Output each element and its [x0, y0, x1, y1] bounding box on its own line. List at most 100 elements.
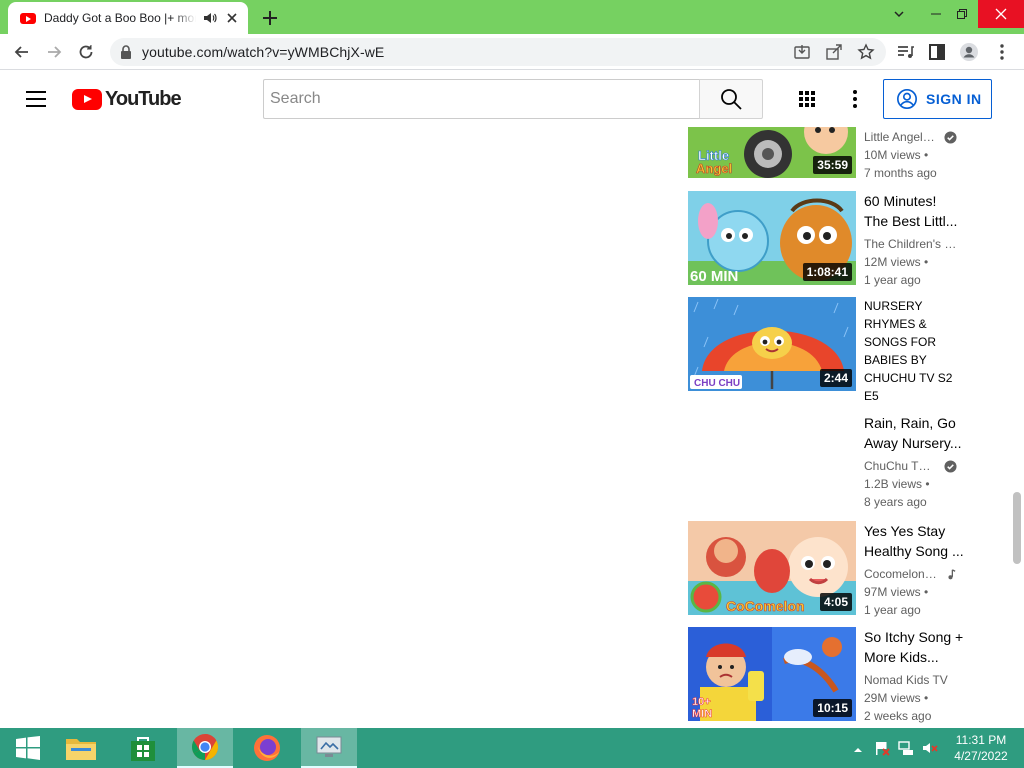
upload-age: 8 years ago: [864, 495, 927, 509]
address-bar[interactable]: youtube.com/watch?v=yWMBChjX-wE: [110, 38, 886, 66]
search-button[interactable]: [699, 79, 763, 119]
channel-name[interactable]: Nomad Kids TV: [864, 671, 964, 689]
search-input[interactable]: [264, 80, 700, 118]
close-window-button[interactable]: [978, 0, 1024, 28]
firefox-taskbar-button[interactable]: [239, 728, 295, 768]
monitor-app-icon: [316, 736, 342, 757]
lock-icon[interactable]: [120, 45, 132, 59]
back-arrow-icon[interactable]: [12, 42, 32, 62]
view-count: 97M views •: [864, 585, 929, 599]
close-tab-icon[interactable]: [224, 10, 240, 26]
list-item[interactable]: 60 MIN 1:08:41 60 Minutes! The Best Litt…: [688, 191, 988, 291]
video-info: Rain, Rain, Go Away Nursery... ChuChu TV…: [864, 413, 964, 511]
forward-arrow-icon[interactable]: [44, 42, 64, 62]
svg-text:60 MIN: 60 MIN: [690, 268, 738, 285]
music-note-icon: [948, 568, 956, 579]
sign-in-button[interactable]: SIGN IN: [883, 79, 992, 119]
browser-menu-icon[interactable]: [992, 42, 1012, 62]
video-title[interactable]: So Itchy Song + More Kids...: [864, 627, 964, 667]
list-item[interactable]: 10+ MIN 10:15 So Itchy Song + More Kids.…: [688, 627, 988, 727]
windows-logo-icon: [16, 736, 40, 760]
video-duration: 35:59: [813, 156, 852, 174]
url-text[interactable]: youtube.com/watch?v=yWMBChjX-wE: [142, 44, 384, 60]
hamburger-menu-icon[interactable]: [26, 91, 46, 107]
video-thumbnail[interactable]: CHU CHU 2:44: [688, 297, 856, 391]
upload-age: 7 months ago: [864, 166, 937, 180]
apps-grid-icon[interactable]: [795, 87, 819, 111]
video-title[interactable]: NURSERY RHYMES & SONGS FOR BABIES BY CHU…: [864, 297, 964, 405]
channel-name[interactable]: Cocomelon ...: [864, 565, 964, 583]
app-taskbar-button[interactable]: [301, 728, 357, 768]
video-duration: 10:15: [813, 699, 852, 717]
video-title[interactable]: Rain, Rain, Go Away Nursery...: [864, 413, 964, 453]
list-item[interactable]: CoComelon 4:05 Yes Yes Stay Healthy Song…: [688, 521, 988, 621]
clock-date: 4/27/2022: [954, 749, 1008, 763]
start-button[interactable]: [0, 728, 56, 768]
account-circle-icon: [897, 89, 917, 109]
video-thumbnail[interactable]: Little Angel 35:59: [688, 127, 856, 178]
reload-icon[interactable]: [76, 42, 96, 62]
youtube-favicon-icon: [20, 12, 36, 24]
channel-name[interactable]: The Children's Ki...: [864, 235, 964, 253]
youtube-play-icon: [72, 89, 102, 110]
view-count: 1.2B views •: [864, 477, 930, 491]
video-thumbnail[interactable]: CoComelon 4:05: [688, 521, 856, 615]
more-options-icon[interactable]: [843, 87, 867, 111]
new-tab-icon[interactable]: [258, 6, 282, 30]
video-title[interactable]: Yes Yes Stay Healthy Song ...: [864, 521, 964, 561]
video-thumbnail[interactable]: 60 MIN 1:08:41: [688, 191, 856, 285]
page-scrollbar[interactable]: [1010, 127, 1024, 728]
scrollbar-thumb[interactable]: [1013, 492, 1021, 564]
browser-toolbar: youtube.com/watch?v=yWMBChjX-wE: [0, 34, 1024, 70]
youtube-logo[interactable]: YouTube: [72, 88, 182, 111]
verified-badge-icon: [944, 130, 957, 144]
video-title[interactable]: 60 Minutes! The Best Littl...: [864, 191, 964, 231]
bookmark-star-icon[interactable]: [857, 43, 875, 61]
install-app-icon[interactable]: [793, 43, 811, 61]
store-taskbar-button[interactable]: [115, 728, 171, 768]
share-icon[interactable]: [825, 43, 843, 61]
restore-button[interactable]: [946, 0, 978, 28]
firefox-icon: [254, 735, 280, 761]
tab-search-button[interactable]: [883, 0, 915, 28]
clock-time: 11:31 PM: [955, 733, 1007, 747]
channel-name[interactable]: ChuChu TV ...: [864, 457, 964, 475]
video-thumbnail[interactable]: 10+ MIN 10:15: [688, 627, 856, 721]
media-controls-icon[interactable]: [895, 42, 915, 62]
chevron-down-icon: [894, 11, 904, 18]
speaker-icon[interactable]: [202, 10, 218, 26]
browser-tab[interactable]: Daddy Got a Boo Boo |+ more: [8, 2, 248, 34]
upload-age: 2 weeks ago: [864, 709, 932, 723]
search-box: [263, 79, 700, 119]
list-item[interactable]: Little Angel 35:59 Little Angel: ... 10M…: [688, 127, 988, 185]
windows-taskbar: 11:31 PM 4/27/2022: [0, 728, 1024, 768]
system-clock[interactable]: 11:31 PM 4/27/2022: [944, 732, 1018, 764]
verified-badge-icon: [944, 459, 957, 473]
flag-notification-icon[interactable]: [874, 740, 890, 756]
volume-muted-icon[interactable]: [922, 740, 938, 756]
sign-in-label: SIGN IN: [926, 91, 982, 107]
upload-age: 1 year ago: [864, 603, 921, 617]
view-count: 29M views •: [864, 691, 929, 705]
profile-avatar-icon[interactable]: [959, 42, 979, 62]
folder-icon: [66, 739, 96, 760]
side-panel-icon[interactable]: [927, 42, 947, 62]
network-icon[interactable]: [898, 740, 914, 756]
close-icon: [995, 8, 1007, 20]
list-item[interactable]: CHU CHU 2:44 NURSERY RHYMES & SONGS FOR …: [688, 297, 988, 407]
channel-name[interactable]: Little Angel: ...: [864, 128, 964, 146]
video-duration: 2:44: [819, 369, 852, 387]
view-count: 12M views •: [864, 255, 929, 269]
chrome-icon: [192, 733, 219, 761]
svg-text:CoComelon: CoComelon: [726, 598, 805, 614]
store-bag-icon: [131, 737, 155, 761]
chrome-taskbar-button[interactable]: [177, 728, 233, 768]
svg-text:10+: 10+: [692, 696, 711, 708]
file-explorer-taskbar-button[interactable]: [53, 728, 109, 768]
youtube-header: YouTube SIGN IN: [0, 71, 1024, 127]
list-item[interactable]: Rain, Rain, Go Away Nursery... ChuChu TV…: [688, 413, 988, 513]
chevron-up-icon[interactable]: [850, 742, 866, 758]
search-icon: [721, 89, 742, 110]
video-info: Little Angel: ... 10M views • 7 months a…: [864, 127, 964, 182]
restore-icon: [957, 9, 967, 19]
